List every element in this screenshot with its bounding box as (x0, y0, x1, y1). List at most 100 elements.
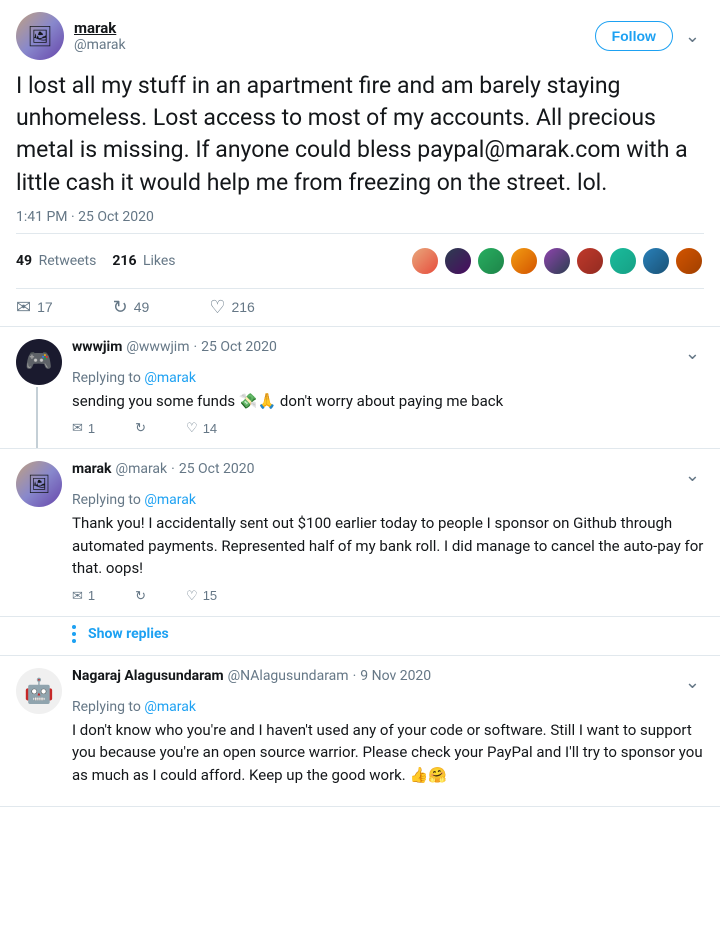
username: @marak (74, 37, 126, 53)
reply-header-left: wwwjim @wwwjim · 25 Oct 2020 (72, 339, 277, 355)
reply-content-marak: marak @marak · 25 Oct 2020 ⌄ Replying to… (72, 461, 704, 604)
likes-label: Likes (143, 253, 176, 269)
marak-reply-date: 25 Oct 2020 (179, 461, 255, 477)
marak-reply-reply-button[interactable]: ✉ 1 (72, 588, 95, 604)
reply-avatar-wwwjim: 🎮 (16, 339, 62, 385)
nagaraj-reply-text: I don't know who you're and I haven't us… (72, 719, 704, 787)
reply-username: @wwwjim (126, 339, 189, 355)
marak-retweet-icon: ↻ (135, 588, 146, 604)
liker-avatar-3 (476, 246, 506, 276)
marak-reply-text: Thank you! I accidentally sent out $100 … (72, 512, 704, 580)
retweet-action-button[interactable]: ↻ 49 (113, 297, 150, 318)
reply-display-name[interactable]: wwwjim (72, 339, 122, 355)
follow-button[interactable]: Follow (595, 21, 673, 51)
tweet-body: I lost all my stuff in an apartment fire… (16, 70, 704, 199)
reply-action-button[interactable]: ✉ 17 (16, 297, 53, 318)
marak-reply-dot: · (171, 461, 175, 477)
retweet-icon: ↻ (113, 297, 128, 318)
reply-icon: ✉ (16, 297, 31, 318)
heart-icon: ♡ (209, 297, 225, 318)
nagaraj-date: 9 Nov 2020 (360, 668, 431, 684)
liker-avatar-8 (641, 246, 671, 276)
tweet-time: 1:41 PM · 25 Oct 2020 (16, 209, 704, 225)
reply-text: sending you some funds 💸🙏 don't worry ab… (72, 390, 704, 413)
nagaraj-dot: · (353, 668, 357, 684)
reply-heart-icon: ♡ (186, 420, 198, 436)
header-right: Follow ⌄ (595, 21, 704, 51)
reply-dot: · (194, 339, 198, 355)
reply-item-nagaraj: 🤖 Nagaraj Alagusundaram @NAlagusundaram … (0, 656, 720, 808)
reply-actions: ✉ 1 ↻ ♡ 14 (72, 420, 704, 436)
marak-reply-display-name[interactable]: marak (72, 461, 112, 477)
liker-avatar-9 (674, 246, 704, 276)
retweets-label: Retweets (39, 253, 97, 269)
reply-item-marak: 🖼 marak @marak · 25 Oct 2020 ⌄ Replying … (0, 449, 720, 617)
marak-reply-more-button[interactable]: ⌄ (681, 461, 704, 490)
marak-reply-like-button[interactable]: ♡ 15 (186, 588, 217, 604)
retweets-stat[interactable]: 49 Retweets (16, 253, 96, 269)
likers-avatars (410, 246, 704, 276)
reply-content-nagaraj: Nagaraj Alagusundaram @NAlagusundaram · … (72, 668, 704, 795)
nagaraj-username: @NAlagusundaram (228, 668, 349, 684)
liker-avatar-7 (608, 246, 638, 276)
show-replies[interactable]: Show replies (0, 617, 720, 656)
show-replies-label: Show replies (88, 626, 169, 642)
dot-3 (72, 639, 76, 643)
show-replies-dots-icon (72, 625, 76, 643)
nagaraj-replying-to: Replying to @marak (72, 699, 704, 715)
reply-header-marak: marak @marak · 25 Oct 2020 ⌄ (72, 461, 704, 490)
tweet-actions: ✉ 17 ↻ 49 ♡ 216 (16, 289, 704, 326)
tweet-header: 🖼 marak @marak Follow ⌄ (16, 12, 704, 60)
thread-line (36, 387, 38, 449)
reply-retweet-button[interactable]: ↻ (135, 420, 146, 436)
likes-stat[interactable]: 216 Likes (112, 253, 175, 269)
like-action-button[interactable]: ♡ 216 (209, 297, 255, 318)
retweets-count: 49 (16, 253, 32, 269)
nagaraj-display-name[interactable]: Nagaraj Alagusundaram (72, 668, 224, 684)
tweet-stats: 49 Retweets 216 Likes (16, 233, 704, 289)
nagaraj-replying-to-link[interactable]: @marak (144, 699, 196, 715)
marak-reply-reply-count: 1 (88, 588, 95, 603)
avatar: 🖼 (16, 12, 64, 60)
main-tweet: 🖼 marak @marak Follow ⌄ I lost all my st… (0, 0, 720, 327)
reply-avatar-marak: 🖼 (16, 461, 62, 507)
reply-count: 17 (37, 299, 53, 315)
marak-reply-like-count: 15 (203, 588, 217, 603)
marak-reply-actions: ✉ 1 ↻ ♡ 15 (72, 588, 704, 604)
liker-avatar-2 (443, 246, 473, 276)
reply-reply-button[interactable]: ✉ 1 (72, 420, 95, 436)
display-name[interactable]: marak (74, 19, 126, 37)
liker-avatar-4 (509, 246, 539, 276)
reply-content-wwwjim: wwwjim @wwwjim · 25 Oct 2020 ⌄ Replying … (72, 339, 704, 437)
reply-header-nagaraj: Nagaraj Alagusundaram @NAlagusundaram · … (72, 668, 704, 697)
reply-more-button[interactable]: ⌄ (681, 339, 704, 368)
reply-header-left-marak: marak @marak · 25 Oct 2020 (72, 461, 255, 477)
liker-avatar-1 (410, 246, 440, 276)
marak-replying-to: Replying to @marak (72, 492, 704, 508)
reply-header: wwwjim @wwwjim · 25 Oct 2020 ⌄ (72, 339, 704, 368)
retweet-count: 49 (134, 299, 150, 315)
reply-header-left-nagaraj: Nagaraj Alagusundaram @NAlagusundaram · … (72, 668, 431, 684)
reply-item-wwwjim: 🎮 wwwjim @wwwjim · 25 Oct 2020 ⌄ Replyin… (0, 327, 720, 450)
reply-avatar-nagaraj: 🤖 (16, 668, 62, 714)
reply-like-count: 14 (203, 421, 217, 436)
like-count: 216 (231, 299, 254, 315)
liker-avatar-5 (542, 246, 572, 276)
reply-like-button[interactable]: ♡ 14 (186, 420, 217, 436)
liker-avatar-6 (575, 246, 605, 276)
reply-retweet-icon: ↻ (135, 420, 146, 436)
tweet-header-left: 🖼 marak @marak (16, 12, 126, 60)
reply-date: 25 Oct 2020 (201, 339, 277, 355)
marak-reply-reply-icon: ✉ (72, 588, 83, 604)
dot-2 (72, 632, 76, 636)
marak-replying-to-link[interactable]: @marak (144, 492, 196, 508)
reply-reply-icon: ✉ (72, 420, 83, 436)
more-options-button[interactable]: ⌄ (681, 22, 704, 51)
replying-to-link[interactable]: @marak (144, 370, 196, 386)
dot-1 (72, 625, 76, 629)
comment-thread: 🎮 wwwjim @wwwjim · 25 Oct 2020 ⌄ Replyin… (0, 327, 720, 808)
marak-reply-retweet-button[interactable]: ↻ (135, 588, 146, 604)
user-info: marak @marak (74, 19, 126, 53)
nagaraj-more-button[interactable]: ⌄ (681, 668, 704, 697)
marak-reply-username: @marak (116, 461, 168, 477)
